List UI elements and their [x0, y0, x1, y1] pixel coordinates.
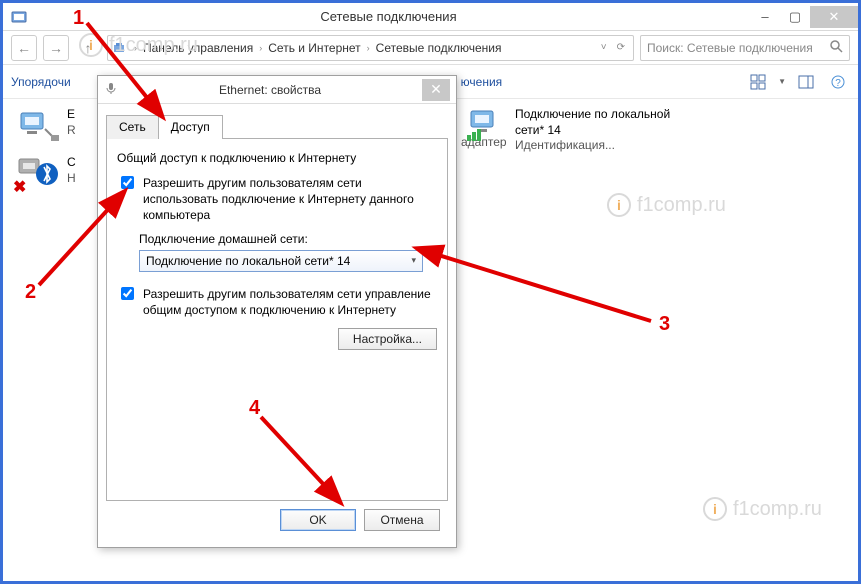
home-network-combo[interactable]: Подключение по локальной сети* 14 ▾ — [139, 250, 423, 272]
settings-button[interactable]: Настройка... — [338, 328, 437, 350]
window-controls: – ▢ ✕ — [750, 6, 858, 28]
minimize-button[interactable]: – — [750, 6, 780, 28]
ethernet-icon — [17, 107, 59, 145]
forward-button[interactable]: → — [43, 35, 69, 61]
dialog-titlebar[interactable]: Ethernet: свойства ✕ — [98, 76, 456, 104]
dialog-tabs: Сеть Доступ — [106, 114, 448, 138]
help-button[interactable]: ? — [826, 70, 850, 94]
checkbox-allow-control[interactable] — [121, 287, 134, 300]
tab-panel-access: Общий доступ к подключению к Интернету Р… — [106, 138, 448, 501]
organize-button[interactable]: Упорядочи — [11, 75, 71, 89]
up-button[interactable]: ↑ — [75, 35, 101, 61]
dialog-close-button[interactable]: ✕ — [422, 79, 450, 101]
dialog-mic-icon — [104, 81, 118, 98]
checkbox-allow-control-label: Разрешить другим пользователям сети упра… — [143, 286, 437, 318]
view-icons-button[interactable] — [746, 70, 770, 94]
address-bar-row: ← → ↑ › Панель управления › Сеть и Интер… — [3, 31, 858, 65]
search-box[interactable]: Поиск: Сетевые подключения — [640, 35, 850, 61]
svg-text:?: ? — [835, 78, 841, 89]
home-network-label: Подключение домашней сети: — [139, 232, 437, 246]
refresh-button[interactable]: ⟳ — [613, 42, 629, 53]
breadcrumb-item-2[interactable]: Сетевые подключения — [376, 41, 502, 55]
right-item-line1: Подключение по локальной — [515, 107, 755, 123]
right-item-line3: Идентификация... — [515, 138, 755, 154]
window-title: Сетевые подключения — [27, 9, 750, 24]
bluetooth-icon — [17, 155, 59, 193]
view-dropdown[interactable]: ▼ — [778, 77, 786, 86]
checkbox-allow-share-label: Разрешить другим пользователям сети испо… — [143, 175, 437, 224]
tab-access[interactable]: Доступ — [158, 115, 223, 139]
breadcrumb-item-1[interactable]: Сеть и Интернет — [268, 41, 360, 55]
dialog-title: Ethernet: свойства — [118, 83, 422, 97]
window-icon — [11, 9, 27, 25]
checkbox-allow-share[interactable] — [121, 176, 134, 189]
network-item-local[interactable]: Подключение по локальной сети* 14 Иденти… — [465, 107, 755, 154]
group-title: Общий доступ к подключению к Интернету — [117, 151, 437, 165]
properties-dialog: Ethernet: свойства ✕ Сеть Доступ Общий д… — [97, 75, 457, 548]
maximize-button[interactable]: ▢ — [780, 6, 810, 28]
search-icon — [829, 39, 843, 56]
close-button[interactable]: ✕ — [810, 6, 858, 28]
titlebar: Сетевые подключения – ▢ ✕ — [3, 3, 858, 31]
combo-value: Подключение по локальной сети* 14 — [146, 254, 350, 268]
cancel-button[interactable]: Отмена — [364, 509, 440, 531]
right-item-line2: сети* 14 — [515, 123, 755, 139]
chevron-down-icon: ▾ — [411, 255, 416, 266]
back-button[interactable]: ← — [11, 35, 37, 61]
local-connection-icon — [465, 107, 507, 145]
breadcrumb-icon — [112, 40, 128, 56]
breadcrumb-item-0[interactable]: Панель управления — [143, 41, 253, 55]
toolbar-partial-text: ючения — [461, 75, 503, 89]
details-pane-button[interactable] — [794, 70, 818, 94]
breadcrumb-sep: › — [132, 43, 139, 53]
breadcrumb[interactable]: › Панель управления › Сеть и Интернет › … — [107, 35, 634, 61]
breadcrumb-dropdown[interactable]: ˅ — [597, 42, 611, 53]
search-placeholder: Поиск: Сетевые подключения — [647, 41, 823, 55]
tab-network[interactable]: Сеть — [106, 115, 159, 139]
ok-button[interactable]: OK — [280, 509, 356, 531]
